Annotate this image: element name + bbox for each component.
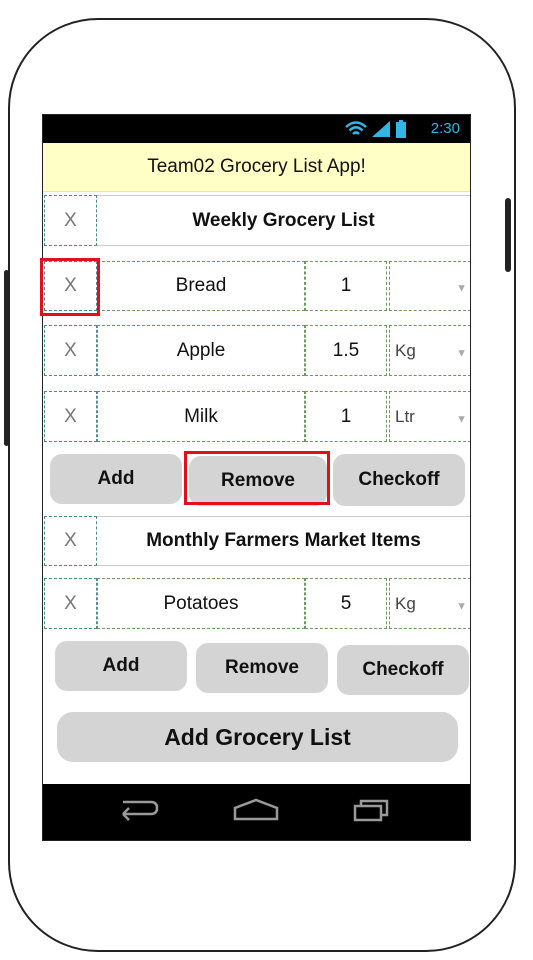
status-bar: 2:30 <box>43 115 470 143</box>
item-unit-select[interactable]: ▼ <box>389 261 470 311</box>
item-unit-value: Kg <box>395 593 416 613</box>
wifi-icon <box>345 121 367 135</box>
item-name-field[interactable]: Potatoes <box>97 578 305 629</box>
add-item-button[interactable]: Add <box>55 641 187 691</box>
volume-button <box>505 198 511 272</box>
back-icon[interactable] <box>122 800 159 821</box>
power-button <box>4 270 9 446</box>
app-title-bar: Team02 Grocery List App! <box>43 143 470 192</box>
remove-item-button[interactable]: Remove <box>196 643 328 693</box>
recents-icon[interactable] <box>353 799 389 822</box>
screen: 2:30 Team02 Grocery List App! X Weekly G… <box>42 114 471 841</box>
nav-bar <box>43 784 470 840</box>
item-qty-field[interactable]: 1 <box>305 261 387 311</box>
dropdown-arrow-icon: ▼ <box>456 412 467 425</box>
item-unit-select[interactable]: Ltr ▼ <box>389 391 470 442</box>
dropdown-arrow-icon: ▼ <box>456 599 467 612</box>
item-name-field[interactable]: Milk <box>97 391 305 442</box>
status-time: 2:30 <box>430 120 460 137</box>
remove-item-button[interactable]: Remove <box>189 456 327 506</box>
checkoff-button[interactable]: Checkoff <box>333 454 465 506</box>
item-unit-select[interactable]: Kg ▼ <box>389 325 470 376</box>
item-name-field[interactable]: Bread <box>97 261 305 311</box>
item-unit-value: Ltr <box>395 406 415 426</box>
item-unit-select[interactable]: Kg ▼ <box>389 578 470 629</box>
item-remove-button[interactable]: X <box>44 578 97 629</box>
list-remove-button[interactable]: X <box>44 195 97 246</box>
item-name-field[interactable]: Apple <box>97 325 305 376</box>
item-qty-field[interactable]: 1 <box>305 391 387 442</box>
item-remove-button[interactable]: X <box>44 325 97 376</box>
list-title: Monthly Farmers Market Items <box>97 516 470 566</box>
home-icon[interactable] <box>233 798 279 821</box>
signal-icon <box>372 121 390 137</box>
app-title: Team02 Grocery List App! <box>147 156 366 177</box>
battery-icon <box>396 120 406 138</box>
list-title: Weekly Grocery List <box>97 195 470 246</box>
item-remove-button[interactable]: X <box>44 261 97 311</box>
item-unit-value: Kg <box>395 340 416 360</box>
dropdown-arrow-icon: ▼ <box>456 282 467 295</box>
item-qty-field[interactable]: 1.5 <box>305 325 387 376</box>
checkoff-button[interactable]: Checkoff <box>337 645 469 695</box>
add-item-button[interactable]: Add <box>50 454 182 504</box>
list-remove-button[interactable]: X <box>44 516 97 566</box>
item-remove-button[interactable]: X <box>44 391 97 442</box>
dropdown-arrow-icon: ▼ <box>456 346 467 359</box>
item-qty-field[interactable]: 5 <box>305 578 387 629</box>
status-icons <box>344 119 416 144</box>
add-grocery-list-button[interactable]: Add Grocery List <box>57 712 458 762</box>
